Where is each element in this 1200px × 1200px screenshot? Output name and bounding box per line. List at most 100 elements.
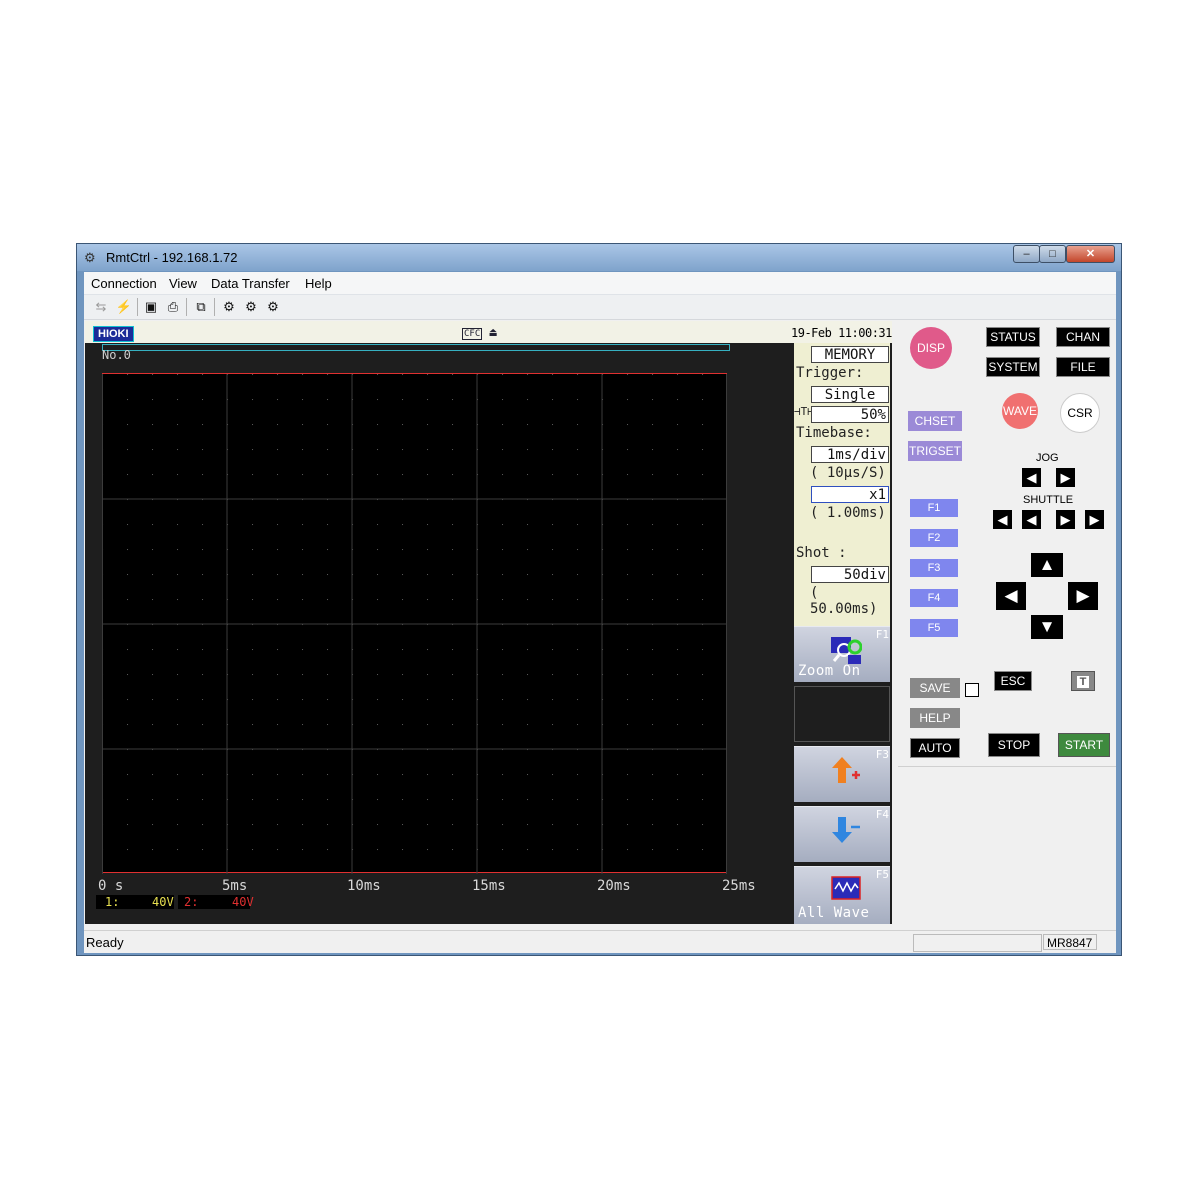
trigger-key-icon[interactable]: T: [1071, 671, 1095, 691]
sample-rate: ( 10µs/S): [810, 465, 886, 481]
fkey-up[interactable]: F3: [794, 746, 890, 802]
menu-help[interactable]: Help: [305, 276, 332, 291]
shot-time: ( 50.00ms): [810, 585, 878, 617]
channel-1-range: 40V: [152, 895, 174, 909]
zoom-field[interactable]: x1: [811, 486, 889, 503]
wave-button[interactable]: WAVE: [1002, 393, 1038, 429]
fkey-number: F5: [875, 868, 889, 881]
settings-panel: MEMORY Trigger: Single ⊣T⊢ 50% Timebase:…: [794, 343, 890, 626]
system-button[interactable]: SYSTEM: [986, 357, 1040, 377]
fkey-label: All Wave: [798, 905, 870, 921]
zoom-time: ( 1.00ms): [810, 505, 886, 521]
timebase-field[interactable]: 1ms/div: [811, 446, 889, 463]
auto-button[interactable]: AUTO: [910, 738, 960, 758]
pretrigger-field[interactable]: 50%: [811, 406, 889, 423]
x-tick-label: 5ms: [222, 878, 248, 894]
chan-button[interactable]: CHAN: [1056, 327, 1110, 347]
waveform-plot[interactable]: [102, 373, 727, 874]
record-position-bar: [102, 344, 730, 351]
media-icon: CFC ⏏: [462, 325, 497, 340]
close-button[interactable]: ✕: [1066, 245, 1115, 263]
f3-button[interactable]: F3: [910, 559, 958, 577]
mode-field[interactable]: MEMORY: [811, 346, 889, 363]
arrow-down-minus-icon: [832, 817, 860, 843]
fkey-zoom-on[interactable]: F1 Zoom On: [794, 626, 890, 682]
esc-button[interactable]: ESC: [994, 671, 1032, 691]
client-area: Connection View Data Transfer Help ⇆ ⚡ ▣…: [84, 272, 1116, 953]
channel-2-label: 2:: [184, 895, 199, 909]
file-button[interactable]: FILE: [1056, 357, 1110, 377]
fkey-blank: [794, 686, 890, 742]
save-button[interactable]: SAVE: [910, 678, 960, 698]
menu-view[interactable]: View: [169, 276, 197, 291]
media-label: CFC: [462, 328, 483, 340]
copy-screen-icon[interactable]: ⧉: [192, 298, 210, 315]
title-bar[interactable]: ⚙ RmtCtrl - 192.168.1.72 – □ ✕: [77, 244, 1121, 271]
trigger-mode-field[interactable]: Single: [811, 386, 889, 403]
jog-left-icon[interactable]: ◀: [1022, 468, 1041, 487]
chset-button[interactable]: CHSET: [908, 411, 962, 431]
start-button[interactable]: START: [1058, 733, 1110, 757]
disconnect-icon[interactable]: ⚡: [115, 298, 133, 315]
shot-field[interactable]: 50div: [811, 566, 889, 583]
arrow-up-icon[interactable]: ▲: [1031, 553, 1063, 577]
stop-button[interactable]: STOP: [988, 733, 1040, 757]
disp-button[interactable]: DISP: [910, 327, 952, 369]
save-checkbox[interactable]: [965, 683, 979, 697]
x-tick-label: 10ms: [347, 878, 381, 894]
settings-icon[interactable]: ⚙: [220, 298, 238, 315]
trigset-button[interactable]: TRIGSET: [908, 441, 962, 461]
timebase-label: Timebase:: [796, 425, 872, 441]
maximize-button[interactable]: □: [1039, 245, 1066, 263]
fkey-all-wave[interactable]: F5 All Wave: [794, 866, 890, 924]
channel-2-range: 40V: [232, 895, 254, 909]
save-icon[interactable]: ▣: [142, 298, 160, 315]
minimize-button[interactable]: –: [1013, 245, 1040, 263]
f2-button[interactable]: F2: [910, 529, 958, 547]
f1-button[interactable]: F1: [910, 499, 958, 517]
brand-logo: HIOKI: [93, 326, 134, 342]
fkey-label: Zoom On: [798, 663, 861, 679]
menu-connection[interactable]: Connection: [91, 276, 157, 291]
connect-icon[interactable]: ⇆: [92, 298, 110, 315]
instrument-screen: HIOKI CFC ⏏ 19-Feb 11:00:31 No.0 0 s 5ms…: [85, 321, 892, 924]
clock: 19-Feb 11:00:31: [791, 326, 892, 340]
window-title: RmtCtrl - 192.168.1.72: [106, 250, 238, 265]
jog-label: JOG: [1036, 452, 1059, 464]
csr-button[interactable]: CSR: [1060, 393, 1100, 433]
grid-svg: [102, 374, 727, 874]
toolbar: ⇆ ⚡ ▣ ⎙ ⧉ ⚙ ⚙ ⚙: [84, 295, 1116, 320]
shuttle-fast-left-icon[interactable]: ◀: [993, 510, 1012, 529]
fkey-number: F1: [875, 628, 889, 641]
arrow-down-icon[interactable]: ▼: [1031, 615, 1063, 639]
status-pane: [913, 934, 1042, 952]
record-number: No.0: [102, 348, 131, 362]
shuttle-label: SHUTTLE: [1023, 494, 1074, 506]
channel-1-label: 1:: [105, 895, 120, 909]
menu-data-transfer[interactable]: Data Transfer: [211, 276, 290, 291]
fkey-down[interactable]: F4: [794, 806, 890, 862]
toolbar-separator: [214, 298, 215, 316]
print-icon[interactable]: ⎙: [164, 298, 182, 315]
arrow-left-icon[interactable]: ◀: [996, 582, 1026, 610]
status-button[interactable]: STATUS: [986, 327, 1040, 347]
fkey-number: F4: [875, 808, 889, 821]
fkey-number: F3: [875, 748, 889, 761]
f5-button[interactable]: F5: [910, 619, 958, 637]
status-text: Ready: [86, 935, 124, 950]
f4-button[interactable]: F4: [910, 589, 958, 607]
toolbar-separator: [137, 298, 138, 316]
download-icon[interactable]: ⚙: [242, 298, 260, 315]
panel-divider: [898, 766, 1116, 767]
transfer-icon[interactable]: ⚙: [264, 298, 282, 315]
screen-header: HIOKI CFC ⏏ 19-Feb 11:00:31: [85, 321, 892, 343]
x-tick-label: 25ms: [722, 878, 756, 894]
shuttle-left-icon[interactable]: ◀: [1022, 510, 1041, 529]
shuttle-right-icon[interactable]: ▶: [1056, 510, 1075, 529]
help-button[interactable]: HELP: [910, 708, 960, 728]
model-name: MR8847: [1043, 934, 1097, 950]
shuttle-fast-right-icon[interactable]: ▶: [1085, 510, 1104, 529]
arrow-right-icon[interactable]: ▶: [1068, 582, 1098, 610]
toolbar-separator: [186, 298, 187, 316]
jog-right-icon[interactable]: ▶: [1056, 468, 1075, 487]
